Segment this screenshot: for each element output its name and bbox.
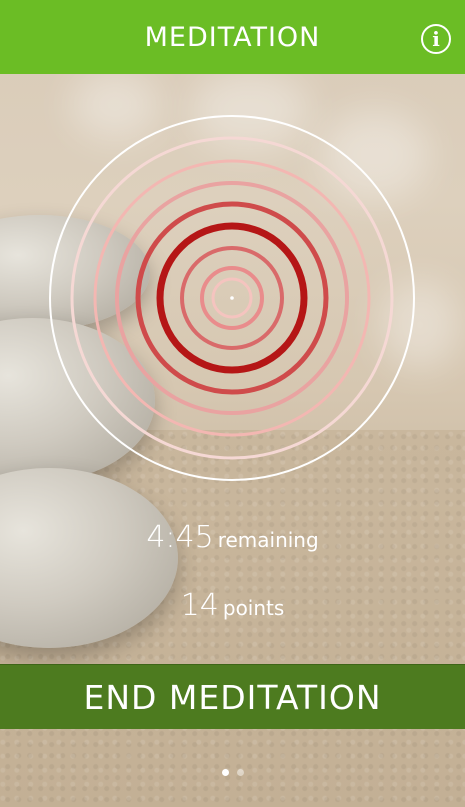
page-title: MEDITATION <box>144 21 321 53</box>
page-indicator <box>0 769 465 776</box>
page-dot-1[interactable] <box>221 769 229 776</box>
points-value: 14 <box>180 588 219 623</box>
info-icon[interactable]: i <box>421 24 451 54</box>
points-earned: 14 points <box>0 588 465 623</box>
page-dot-2[interactable] <box>236 769 244 776</box>
end-meditation-button[interactable]: END MEDITATION <box>0 664 465 729</box>
time-label: remaining <box>217 528 319 552</box>
top-bar: MEDITATION i <box>0 0 465 74</box>
time-remaining: 4:45 remaining <box>0 520 465 555</box>
info-glyph: i <box>432 27 440 51</box>
time-value: 4:45 <box>146 520 214 555</box>
points-label: points <box>222 596 285 620</box>
center-dot <box>230 296 234 300</box>
meditation-rings <box>49 115 415 481</box>
